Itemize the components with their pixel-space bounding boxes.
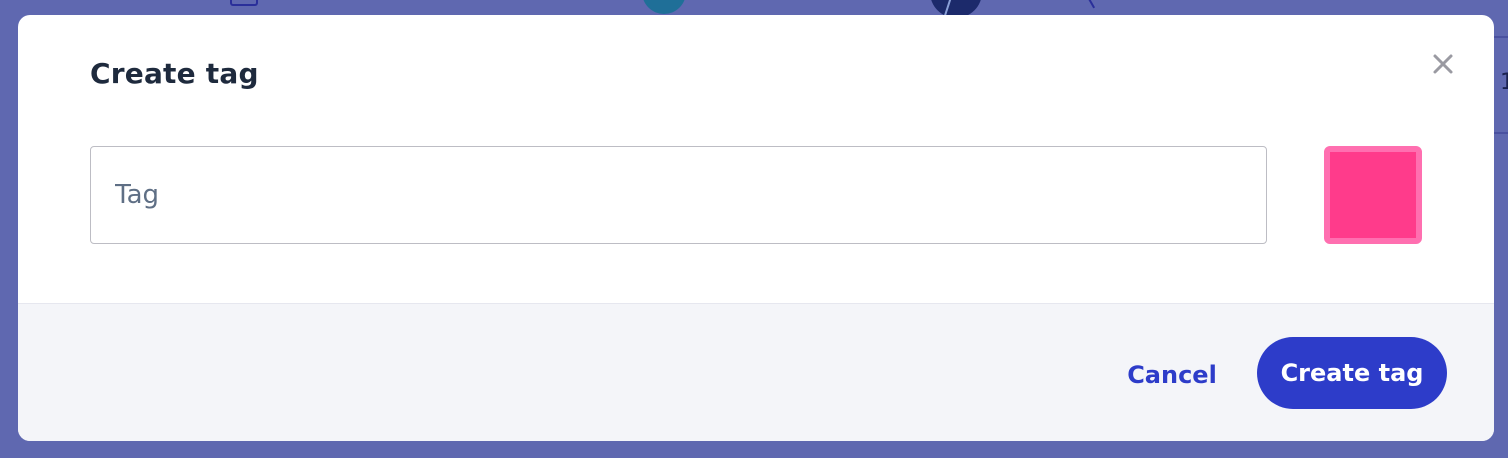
create-tag-button[interactable]: Create tag [1257,337,1447,409]
background-count: 1 [1500,70,1508,95]
avatar [642,0,686,14]
tag-name-input[interactable] [90,146,1267,244]
close-icon [1433,54,1453,74]
edit-icon [1088,0,1104,9]
modal-title: Create tag [90,57,259,90]
background-page [0,0,1508,18]
divider [1494,132,1508,134]
close-button[interactable] [1422,43,1462,83]
tag-color-picker[interactable] [1324,146,1422,244]
divider [1494,36,1508,38]
cancel-button[interactable]: Cancel [1116,340,1228,410]
modal-footer: Cancel Create tag [18,303,1494,441]
create-tag-modal: Create tag Cancel Create tag [18,15,1494,441]
calendar-icon [230,0,258,6]
